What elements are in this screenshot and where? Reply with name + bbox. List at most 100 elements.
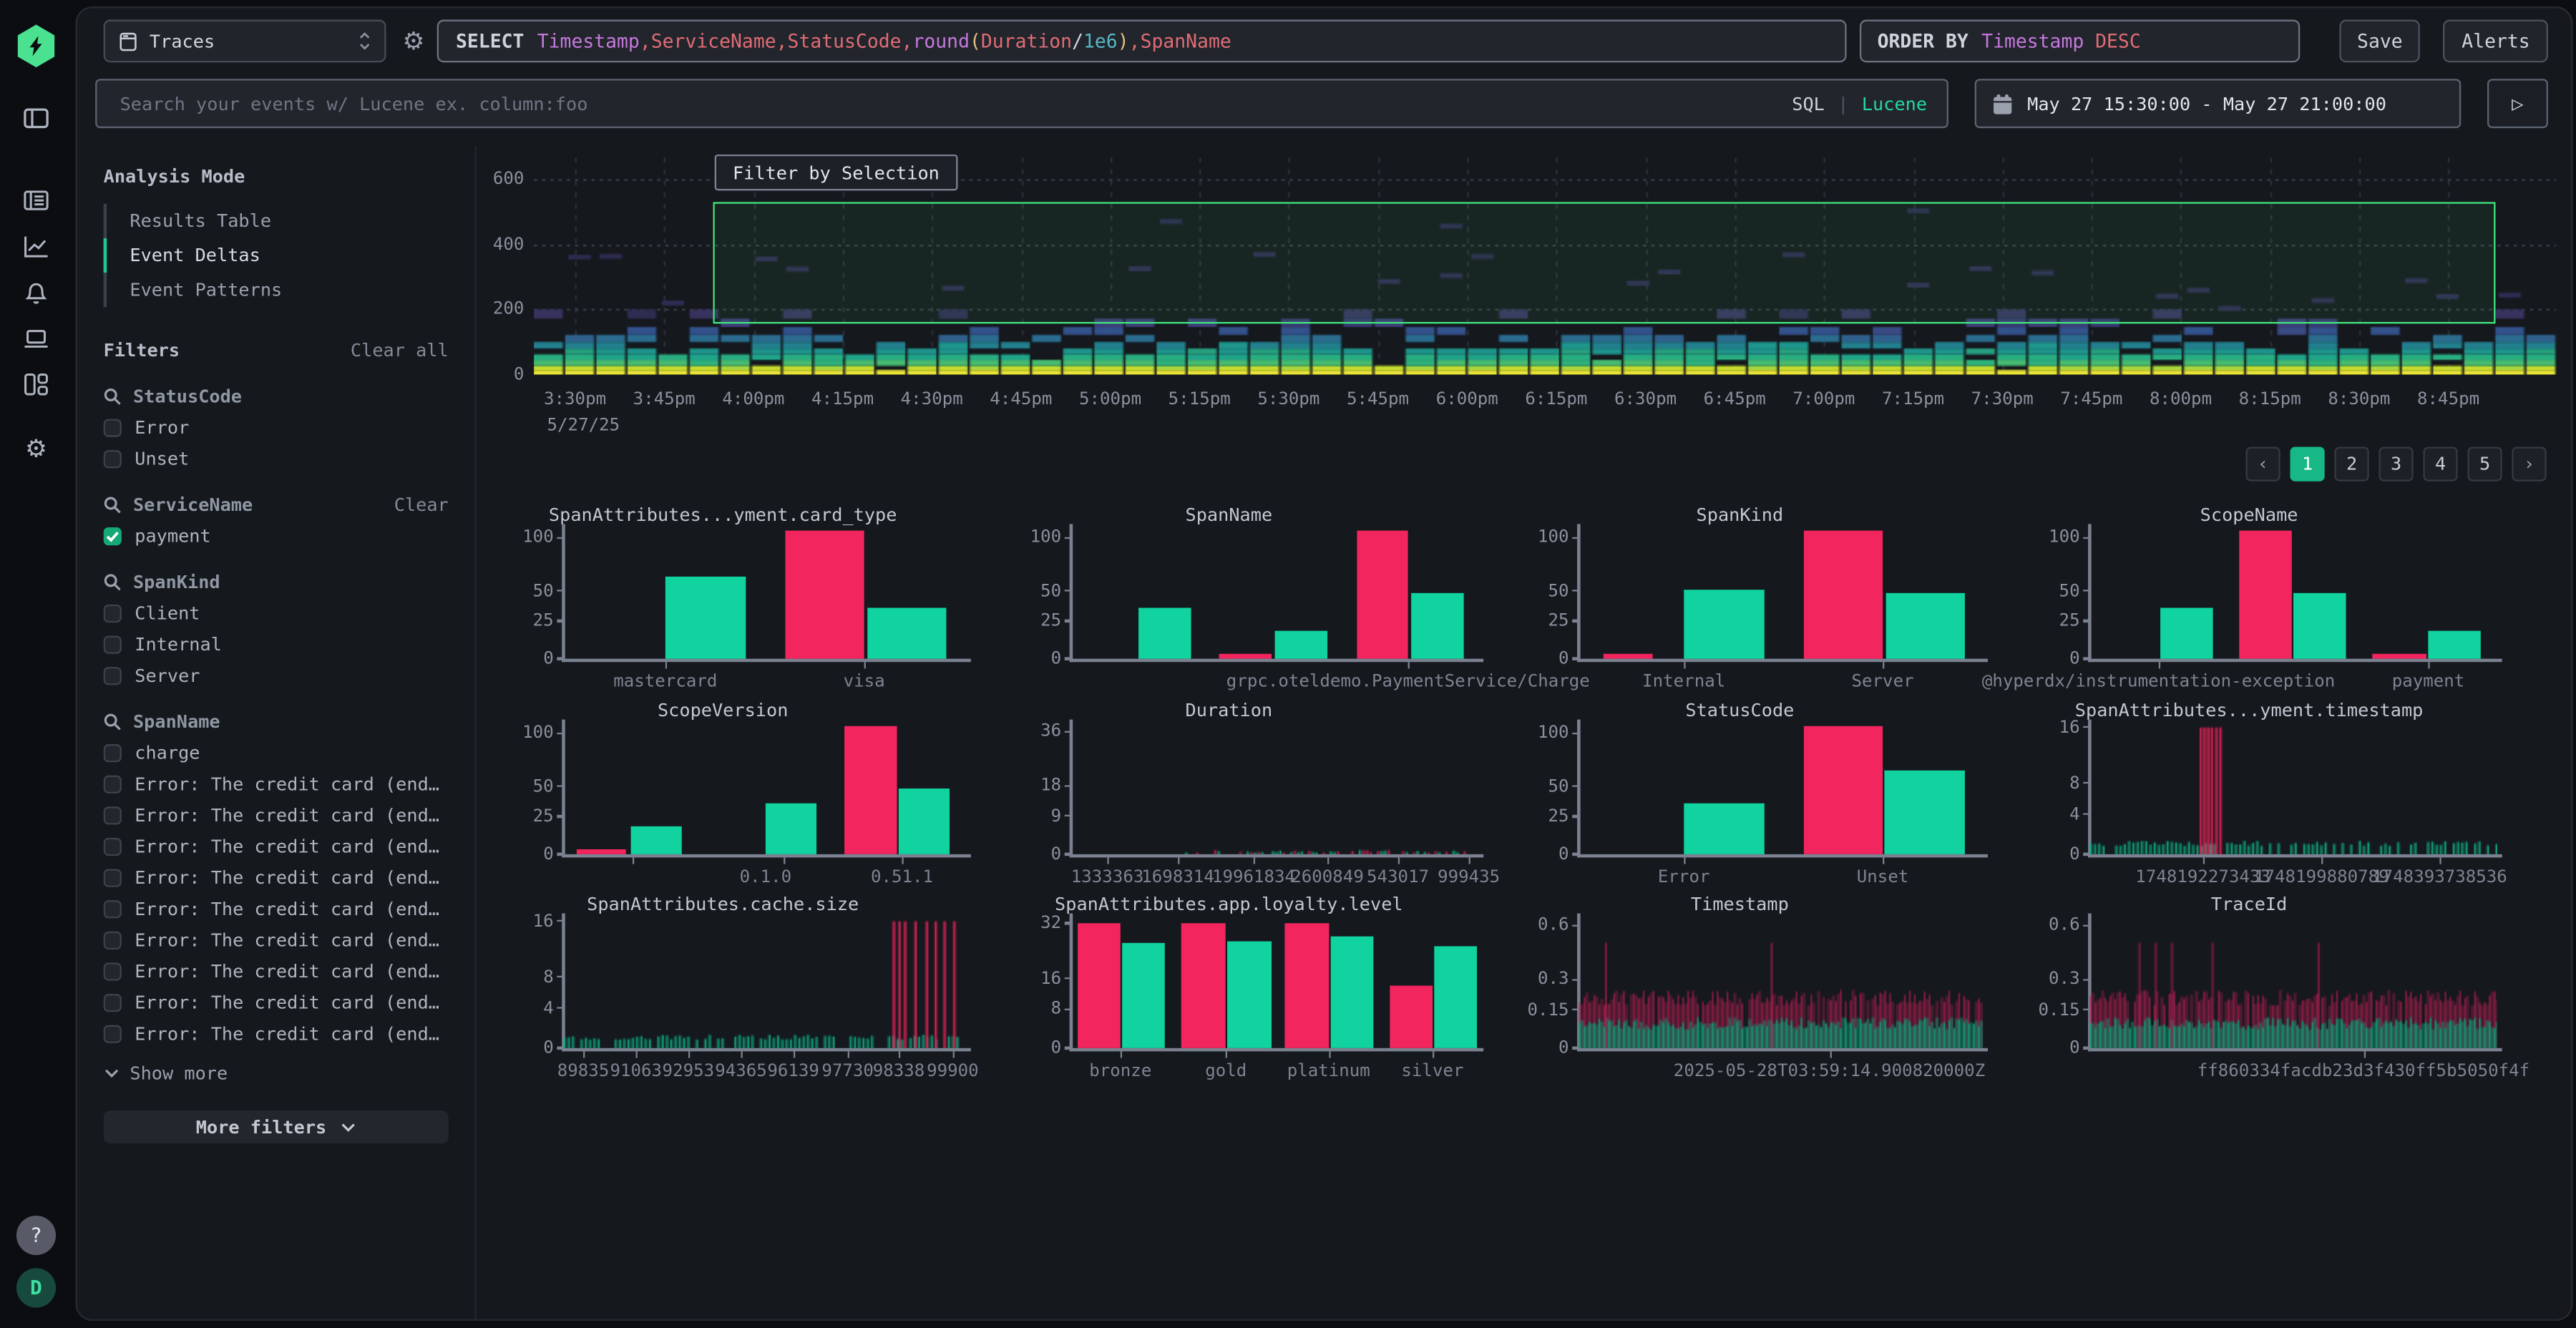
x-tick-label: 0.51.1 xyxy=(871,867,933,887)
y-tick-label: 0 xyxy=(491,1038,553,1058)
y-tick-mark xyxy=(1572,620,1579,622)
y-axis-line xyxy=(562,524,564,661)
baseline-bar xyxy=(1884,770,1964,854)
y-tick-label: 16 xyxy=(2017,718,2079,738)
filter-by-selection-tooltip[interactable]: Filter by Selection xyxy=(715,155,957,191)
outlier-bar xyxy=(1181,923,1226,1048)
settings-gear-icon[interactable]: ⚙ xyxy=(23,435,49,462)
x-tick-mark xyxy=(636,1050,638,1057)
query-token: / xyxy=(1072,29,1083,52)
order-by-input[interactable]: ORDER BY Timestamp DESC xyxy=(1859,20,2299,63)
x-tick-mark xyxy=(741,1050,743,1057)
filter-selection-region[interactable] xyxy=(713,202,2495,323)
y-tick-label: 0 xyxy=(2017,1038,2079,1058)
page-prev-button[interactable]: ‹ xyxy=(2245,446,2280,481)
x-tick-label: bronze xyxy=(1089,1061,1151,1081)
y-tick-label: 32 xyxy=(999,913,1061,933)
y-tick-label: 25 xyxy=(999,611,1061,631)
hyperdx-logo-icon[interactable] xyxy=(15,24,58,67)
y-tick-mark xyxy=(557,537,563,539)
y-tick-label: 0 xyxy=(1506,1038,1568,1058)
outlier-bar xyxy=(2373,654,2427,658)
x-tick-label: mastercard xyxy=(613,672,717,692)
heatmap-time-label: 6:00pm xyxy=(1436,389,1498,409)
outlier-bar xyxy=(1804,726,1883,854)
y-tick-mark xyxy=(557,590,563,592)
y-tick-mark xyxy=(2083,726,2089,728)
y-tick-mark xyxy=(1065,537,1071,539)
y-tick-label: 0.6 xyxy=(2017,915,2079,935)
heatmap-time-label: 3:45pm xyxy=(633,389,696,409)
y-axis-line xyxy=(1070,914,1072,1051)
y-tick-mark xyxy=(1572,816,1579,818)
heatmap-time-label: 7:00pm xyxy=(1792,389,1855,409)
heatmap-time-label: 5:00pm xyxy=(1079,389,1141,409)
mini-chart-title: TraceId xyxy=(2211,894,2287,915)
page-next-button[interactable]: › xyxy=(2512,446,2546,481)
page-button-5[interactable]: 5 xyxy=(2467,446,2502,481)
heatmap-time-label: 7:45pm xyxy=(2060,389,2122,409)
page-button-3[interactable]: 3 xyxy=(2379,446,2413,481)
x-tick-mark xyxy=(794,1050,796,1057)
user-avatar[interactable]: D xyxy=(16,1268,56,1307)
y-axis-line xyxy=(562,720,564,857)
help-button[interactable]: ? xyxy=(16,1216,56,1255)
x-tick-label: payment xyxy=(2392,672,2465,692)
search-logs-icon[interactable] xyxy=(23,187,49,214)
lucene-mode-toggle[interactable]: Lucene xyxy=(1862,93,1927,114)
run-query-button[interactable]: ▷ xyxy=(2487,79,2548,128)
y-tick-mark xyxy=(2083,590,2089,592)
x-axis-line xyxy=(1070,1048,1484,1050)
y-tick-label: 50 xyxy=(1506,777,1568,797)
outlier-bar xyxy=(1804,531,1883,659)
x-tick-label: 96139 xyxy=(767,1061,819,1081)
mini-chart-title: Duration xyxy=(1186,700,1273,721)
alerts-bell-icon[interactable] xyxy=(23,279,49,306)
query-token: ( xyxy=(970,29,981,52)
x-tick-mark xyxy=(1684,856,1686,863)
y-tick-mark xyxy=(1065,785,1071,787)
chart-explorer-icon[interactable] xyxy=(23,233,49,260)
x-axis-line xyxy=(1577,659,1988,661)
heatmap-time-label: 5:30pm xyxy=(1257,389,1319,409)
date-range-picker[interactable]: May 27 15:30:00 - May 27 21:00:00 xyxy=(1975,79,2462,128)
x-axis-line xyxy=(562,659,971,661)
source-selector[interactable]: Traces xyxy=(104,20,386,63)
dashboards-icon[interactable] xyxy=(23,371,49,398)
x-tick-mark xyxy=(1121,1050,1123,1057)
x-tick-mark xyxy=(2321,856,2323,863)
y-tick-label: 0 xyxy=(2017,649,2079,669)
baseline-bar xyxy=(1411,592,1463,659)
y-tick-label: 4 xyxy=(491,999,553,1019)
heatmap-time-label: 4:15pm xyxy=(811,389,874,409)
page-button-1[interactable]: 1 xyxy=(2290,446,2324,481)
outlier-bar xyxy=(1219,654,1272,658)
y-axis-line xyxy=(1070,524,1072,661)
select-query-input[interactable]: SELECT Timestamp,ServiceName,StatusCode,… xyxy=(438,20,1846,63)
query-token: Timestamp xyxy=(1981,29,2084,52)
mini-chart-canvas xyxy=(1579,920,1983,1048)
x-tick-label: 98338 xyxy=(873,1061,925,1081)
sql-mode-toggle[interactable]: SQL xyxy=(1792,93,1825,114)
query-settings-gear-icon[interactable]: ⚙ xyxy=(402,28,424,54)
heatmap-time-label: 7:15pm xyxy=(1882,389,1944,409)
page-button-4[interactable]: 4 xyxy=(2423,446,2457,481)
query-token: Duration xyxy=(981,29,1072,52)
search-box: SQL | Lucene xyxy=(95,79,1948,128)
sidebar-panel-icon[interactable] xyxy=(23,105,49,132)
search-input[interactable] xyxy=(117,91,1779,115)
query-token: round xyxy=(912,29,969,52)
sessions-laptop-icon[interactable] xyxy=(23,326,49,352)
content-shell: Traces ⚙ SELECT Timestamp,ServiceName,St… xyxy=(76,6,2573,1321)
y-tick-mark xyxy=(1572,978,1579,980)
y-tick-label: 25 xyxy=(491,806,553,826)
y-tick-label: 4 xyxy=(2017,805,2079,825)
alerts-button[interactable]: Alerts xyxy=(2444,20,2548,63)
heatmap-ytick-label: 400 xyxy=(459,235,525,255)
y-tick-mark xyxy=(2083,1047,2089,1049)
save-button[interactable]: Save xyxy=(2339,20,2421,63)
y-tick-mark xyxy=(1572,1047,1579,1049)
outlier-bar xyxy=(1390,986,1433,1048)
page-button-2[interactable]: 2 xyxy=(2334,446,2368,481)
mini-chart-title: SpanKind xyxy=(1697,504,1784,526)
